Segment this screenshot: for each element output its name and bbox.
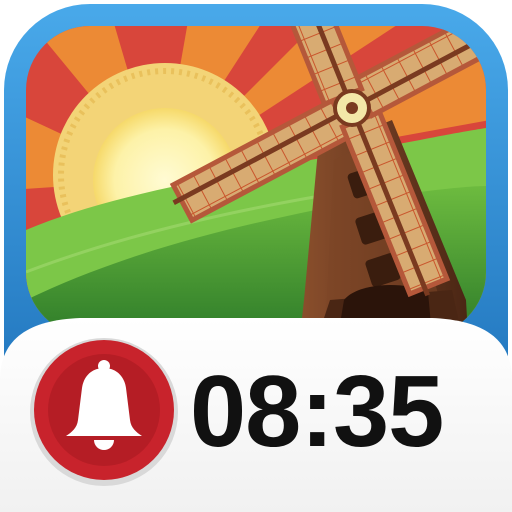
alarm-time-display: 08:35 — [190, 356, 444, 468]
app-icon-canvas: 08:35 — [0, 0, 512, 512]
windmill-scene — [26, 26, 486, 336]
alarm-badge — [30, 338, 178, 486]
